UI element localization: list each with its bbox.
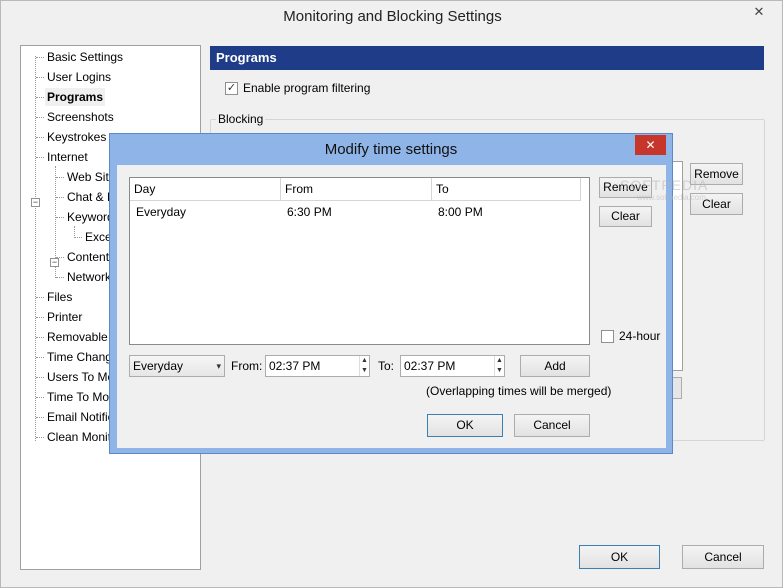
tree-item-programs[interactable]: Programs: [45, 88, 106, 106]
modify-time-dialog: Modify time settings ✕ Day From To Every…: [109, 133, 707, 454]
tree-connector: [36, 357, 44, 358]
row-to[interactable]: 8:00 PM: [438, 204, 483, 220]
dialog-title: Modify time settings: [324, 141, 458, 158]
tree-connector: [56, 177, 64, 178]
spin-arrows-icon[interactable]: ▲ ▼: [359, 356, 369, 376]
tree-connector: [36, 137, 44, 138]
tree-connector: [36, 417, 44, 418]
dialog-clear-button[interactable]: Clear: [599, 206, 652, 227]
spin-down-icon[interactable]: ▼: [495, 366, 504, 376]
to-time-field[interactable]: 02:37 PM ▲ ▼: [400, 355, 505, 377]
window-title: Monitoring and Blocking Settings: [283, 8, 502, 25]
from-time-value: 02:37 PM: [269, 359, 321, 373]
collapse-icon[interactable]: −: [31, 198, 40, 207]
cancel-button[interactable]: Cancel: [682, 545, 764, 569]
from-time-field[interactable]: 02:37 PM ▲ ▼: [265, 355, 370, 377]
hour24-row[interactable]: 24-hour: [601, 329, 660, 343]
blocking-group-label: Blocking: [216, 112, 266, 126]
collapse-icon[interactable]: −: [50, 258, 59, 267]
dialog-close-icon[interactable]: ✕: [635, 135, 666, 155]
tree-connector: [36, 117, 44, 118]
tree-connector: [36, 77, 44, 78]
spin-up-icon[interactable]: ▲: [360, 356, 369, 366]
tree-connector: [36, 377, 44, 378]
tree-item-screenshots[interactable]: Screenshots: [45, 108, 116, 126]
add-button[interactable]: Add: [520, 355, 590, 377]
spin-up-icon[interactable]: ▲: [495, 356, 504, 366]
tree-item-network[interactable]: Network: [65, 268, 113, 286]
time-list[interactable]: Day From To Everyday 6:30 PM 8:00 PM: [129, 177, 590, 345]
day-select-value: Everyday: [133, 359, 184, 373]
enable-filtering-checkbox[interactable]: ✓: [225, 81, 238, 95]
to-label: To:: [378, 359, 395, 373]
close-icon[interactable]: ✕: [744, 2, 774, 22]
tree-connector: [74, 237, 82, 238]
ok-button[interactable]: OK: [579, 545, 660, 569]
tree-item-printer[interactable]: Printer: [45, 308, 84, 326]
tree-item-user-logins[interactable]: User Logins: [45, 68, 113, 86]
column-day[interactable]: Day: [130, 178, 281, 201]
tree-connector: [56, 197, 64, 198]
overlap-note: (Overlapping times will be merged): [426, 384, 612, 398]
to-time-value: 02:37 PM: [404, 359, 456, 373]
tree-item-basic-settings[interactable]: Basic Settings: [45, 48, 125, 66]
watermark: SOFTPEDIA: [620, 177, 709, 193]
tree-connector: [56, 277, 64, 278]
dialog-cancel-button[interactable]: Cancel: [514, 414, 590, 437]
dialog-ok-button[interactable]: OK: [427, 414, 503, 437]
column-from[interactable]: From: [281, 178, 432, 201]
tree-connector: [36, 97, 44, 98]
column-to[interactable]: To: [432, 178, 581, 201]
spin-arrows-icon[interactable]: ▲ ▼: [494, 356, 504, 376]
enable-filtering-row[interactable]: ✓ Enable program filtering: [225, 81, 370, 95]
tree-connector: [36, 397, 44, 398]
row-from[interactable]: 6:30 PM: [287, 204, 332, 220]
enable-filtering-label: Enable program filtering: [243, 81, 371, 95]
tree-connector: [36, 297, 44, 298]
tree-connector: [36, 437, 44, 438]
dialog-body: Day From To Everyday 6:30 PM 8:00 PM Rem…: [117, 165, 707, 448]
tree-connector: [36, 157, 44, 158]
tree-item-keystrokes[interactable]: Keystrokes: [45, 128, 108, 146]
tree-connector: [36, 337, 44, 338]
day-select[interactable]: Everyday ▾: [129, 355, 225, 377]
tree-item-files[interactable]: Files: [45, 288, 74, 306]
tree-connector: [36, 57, 44, 58]
pane-header: Programs: [210, 46, 764, 70]
tree-connector: [56, 217, 64, 218]
chevron-down-icon: ▾: [216, 361, 221, 371]
watermark-url: www.softpedia.com: [637, 193, 706, 202]
row-day[interactable]: Everyday: [136, 204, 186, 220]
tree-connector: [36, 317, 44, 318]
from-label: From:: [231, 359, 263, 373]
tree-line: [35, 56, 36, 441]
hour24-checkbox[interactable]: [601, 329, 614, 343]
pane-button-edge: [673, 377, 682, 399]
list-header: Day From To: [130, 178, 581, 201]
spin-down-icon[interactable]: ▼: [360, 366, 369, 376]
tree-item-internet[interactable]: Internet: [45, 148, 90, 166]
hour24-label: 24-hour: [619, 329, 661, 343]
